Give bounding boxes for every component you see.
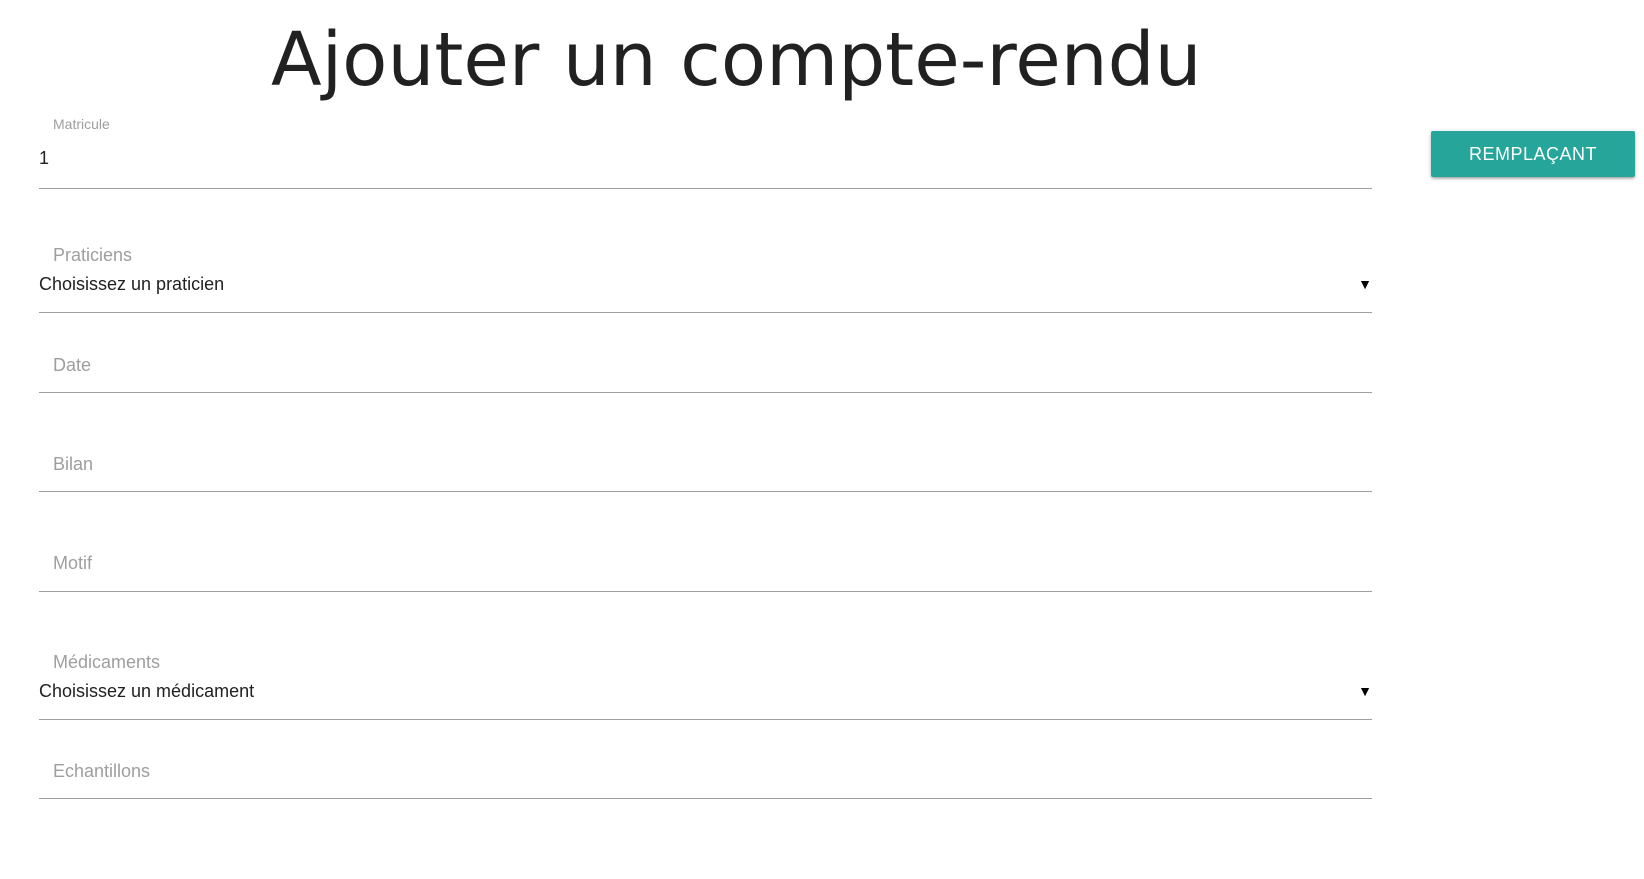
matricule-field[interactable]: Matricule [39,116,1372,189]
praticiens-select[interactable]: Choisissez un praticien [39,274,224,295]
bilan-field[interactable]: Bilan [39,454,1372,492]
matricule-input[interactable] [39,146,1339,170]
date-field[interactable]: Date [39,355,1372,393]
echantillons-label: Echantillons [53,761,151,781]
praticiens-field[interactable]: Praticiens Choisissez un praticien ▼ [39,245,1372,313]
add-report-page: Ajouter un compte-rendu Matricule Pratic… [0,0,1644,879]
medicaments-label: Médicaments [53,652,161,672]
matricule-label: Matricule [53,116,110,132]
bilan-label: Bilan [53,454,94,474]
praticiens-label: Praticiens [53,245,133,265]
medicaments-field[interactable]: Médicaments Choisissez un médicament ▼ [39,652,1372,720]
motif-field[interactable]: Motif [39,553,1372,592]
medicaments-select[interactable]: Choisissez un médicament [39,681,254,702]
replacement-button[interactable]: REMPLAÇANT [1431,131,1635,177]
echantillons-field[interactable]: Echantillons [39,761,1372,799]
motif-label: Motif [53,553,93,573]
page-title: Ajouter un compte-rendu [271,17,1202,103]
date-label: Date [53,355,92,375]
caret-down-icon[interactable]: ▼ [1358,683,1372,699]
caret-down-icon[interactable]: ▼ [1358,276,1372,292]
